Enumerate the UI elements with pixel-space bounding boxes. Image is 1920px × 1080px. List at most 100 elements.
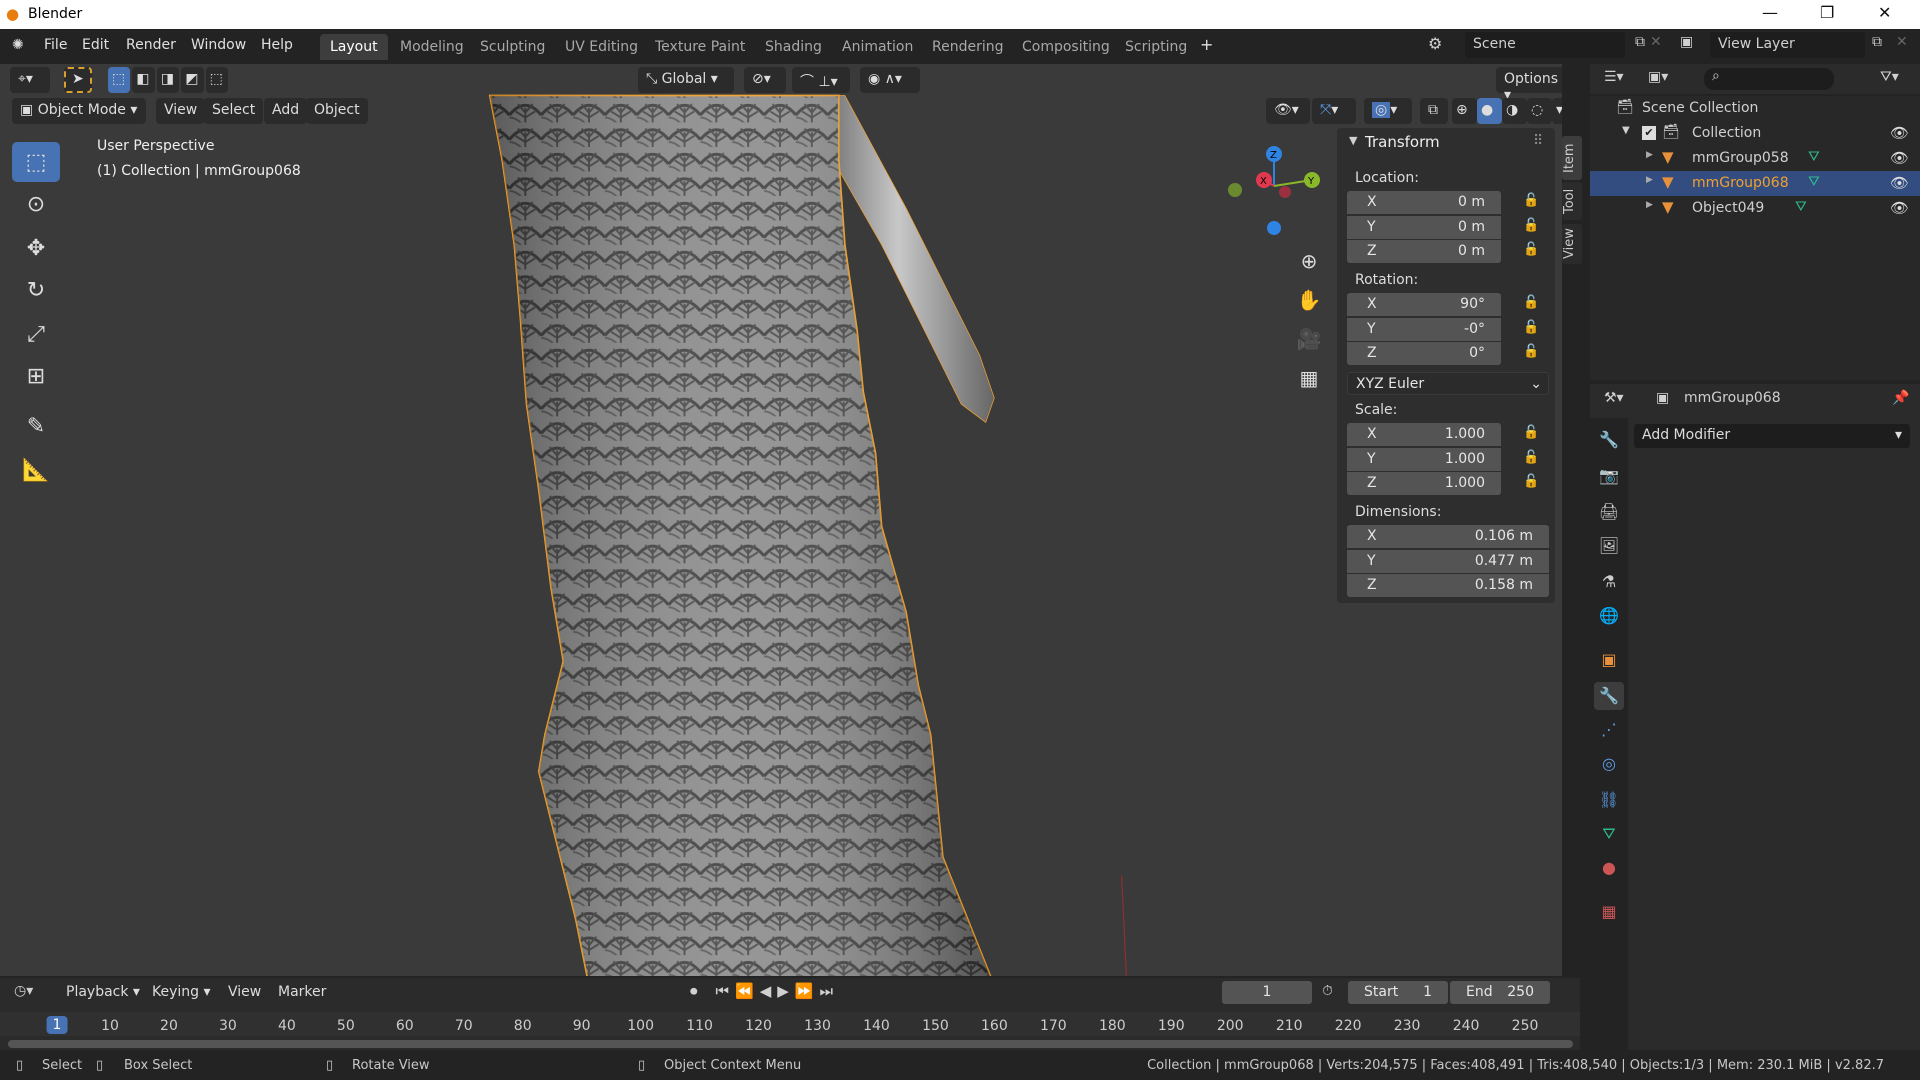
menu-window[interactable]: Window <box>191 37 246 53</box>
particles-icon[interactable]: ⋰ <box>1594 716 1624 744</box>
rotation-x-field[interactable]: X 90° <box>1347 293 1501 316</box>
transform-icon[interactable]: ⊞ <box>12 356 60 396</box>
new-scene-icon[interactable]: ⧉ <box>1635 34 1645 50</box>
menu-file[interactable]: File <box>44 37 67 53</box>
material-icon[interactable]: ● <box>1594 854 1624 882</box>
stopwatch-icon[interactable]: ⏱ <box>1322 983 1333 999</box>
jump-end-icon[interactable]: ⏭ <box>820 982 834 1000</box>
modifier-icon[interactable]: 🔧 <box>1594 682 1624 710</box>
view-layer-icon[interactable]: ▣ <box>1680 34 1693 50</box>
pan-hand-icon[interactable]: ✋ <box>1292 281 1326 320</box>
view-layer-selector[interactable]: View Layer <box>1710 32 1865 58</box>
select-tool-icon[interactable]: ➤ <box>64 67 92 93</box>
measure-icon[interactable]: 📐 <box>12 450 60 490</box>
lock-icon[interactable]: 🔓 <box>1523 320 1539 335</box>
mesh-data-icon[interactable]: ⛛ <box>1795 199 1807 215</box>
record-icon[interactable]: ⏺ <box>690 982 698 1000</box>
tab-animation[interactable]: Animation <box>832 34 923 60</box>
xray-toggle[interactable]: ⧉ <box>1420 98 1448 124</box>
scale-z-field[interactable]: Z 1.000 <box>1347 472 1501 495</box>
add-workspace-button[interactable]: + <box>1200 35 1213 54</box>
start-frame-field[interactable]: Start 1 <box>1348 981 1448 1004</box>
options-dropdown[interactable]: Options ▾ <box>1496 67 1562 103</box>
prev-keyframe-icon[interactable]: ⏪ <box>735 982 754 1000</box>
expand-arrow-icon[interactable]: ▶ <box>1646 150 1653 160</box>
collapse-triangle-icon[interactable]: ▼ <box>1349 134 1357 147</box>
scale-y-field[interactable]: Y 1.000 <box>1347 447 1501 471</box>
lock-icon[interactable]: 🔓 <box>1523 474 1539 489</box>
eye-icon[interactable]: 👁 <box>1890 124 1909 142</box>
menu-render[interactable]: Render <box>126 37 176 53</box>
physics-icon[interactable]: ◎ <box>1594 750 1624 778</box>
tab-item[interactable]: Item <box>1562 136 1582 180</box>
play-icon[interactable]: ▶ <box>777 982 789 1000</box>
properties-editor-icon[interactable]: ⚒▾ <box>1604 390 1624 406</box>
tab-compositing[interactable]: Compositing <box>1012 34 1120 60</box>
lock-icon[interactable]: 🔓 <box>1523 193 1539 208</box>
viewport-menu-select[interactable]: Select <box>204 98 264 124</box>
constraints-icon[interactable]: ⛓ <box>1594 786 1624 814</box>
eye-icon[interactable]: 👁 <box>1890 149 1909 167</box>
drag-handle-icon[interactable]: ⠿ <box>1533 133 1543 149</box>
viewport-menu-object[interactable]: Object <box>306 98 368 124</box>
tab-view[interactable]: View <box>1562 224 1582 264</box>
tab-rendering[interactable]: Rendering <box>922 34 1014 60</box>
current-frame-field[interactable]: 1 <box>1222 981 1312 1004</box>
outliner-editor-icon[interactable]: ☰▾ <box>1604 69 1624 85</box>
scene-icon[interactable]: ⚗ <box>1594 568 1624 596</box>
solid-shading-icon[interactable]: ● <box>1477 98 1502 124</box>
mode-dropdown[interactable]: ▣ Object Mode ▾ <box>12 98 146 124</box>
collection-checkbox[interactable]: ✔ <box>1642 126 1656 140</box>
visibility-dropdown[interactable]: 👁▾ <box>1266 98 1310 124</box>
mesh-data-icon[interactable]: ⛛ <box>1808 174 1820 190</box>
lock-icon[interactable]: 🔓 <box>1523 218 1539 233</box>
outliner-collection[interactable]: ▼ ✔ 🗃 Collection 👁 <box>1590 121 1920 146</box>
timeline-menu-keying[interactable]: Keying ▾ <box>144 980 219 1006</box>
new-view-layer-icon[interactable]: ⧉ <box>1872 34 1882 50</box>
maximize-button[interactable]: ❐ <box>1820 3 1834 22</box>
eye-icon[interactable]: 👁 <box>1890 199 1909 217</box>
output-icon[interactable]: 🖨 <box>1594 498 1624 526</box>
tab-scripting[interactable]: Scripting <box>1115 34 1197 60</box>
jump-start-icon[interactable]: ⏮ <box>716 982 730 1000</box>
tab-uv-editing[interactable]: UV Editing <box>555 34 648 60</box>
lock-icon[interactable]: 🔓 <box>1523 242 1539 257</box>
eye-icon[interactable]: 👁 <box>1890 174 1909 192</box>
add-modifier-dropdown[interactable]: Add Modifier ▾ <box>1634 424 1910 448</box>
expand-arrow-icon[interactable]: ▶ <box>1646 175 1653 185</box>
dimensions-y-field[interactable]: Y 0.477 m <box>1347 549 1549 573</box>
rotation-y-field[interactable]: Y -0° <box>1347 317 1501 341</box>
expand-triangle-icon[interactable]: ▼ <box>1622 125 1630 136</box>
dimensions-z-field[interactable]: Z 0.158 m <box>1347 574 1549 597</box>
select-subtract-icon[interactable]: ◨ <box>156 67 180 93</box>
delete-view-layer-icon[interactable]: ✕ <box>1896 34 1908 50</box>
select-box-icon[interactable]: ⬚ <box>12 142 60 182</box>
timeline-menu-view[interactable]: View <box>220 980 269 1006</box>
menu-help[interactable]: Help <box>261 37 293 53</box>
mesh-data-icon[interactable]: ⛛ <box>1808 149 1820 165</box>
lock-icon[interactable]: 🔓 <box>1523 344 1539 359</box>
location-z-field[interactable]: Z 0 m <box>1347 240 1501 263</box>
ortho-grid-icon[interactable]: ▦ <box>1292 359 1326 398</box>
editor-type-button[interactable]: ⌖▾ <box>10 67 50 93</box>
select-invert-icon[interactable]: ◩ <box>181 67 204 93</box>
blender-menu-icon[interactable]: ✺ <box>12 37 24 53</box>
dimensions-x-field[interactable]: X 0.106 m <box>1347 525 1549 548</box>
outliner-scene-collection[interactable]: 🗃 Scene Collection <box>1590 96 1920 121</box>
tab-sculpting[interactable]: Sculpting <box>470 34 555 60</box>
select-intersect-icon[interactable]: ⬚ <box>205 67 229 93</box>
delete-scene-icon[interactable]: ✕ <box>1650 34 1662 50</box>
scene-icon[interactable]: ⚙ <box>1428 34 1442 53</box>
select-extend-icon[interactable]: ◧ <box>132 67 155 93</box>
scene-selector[interactable]: Scene <box>1465 32 1625 58</box>
gizmo-toggle[interactable]: ⤧▾ <box>1312 98 1356 124</box>
pivot-point-dropdown[interactable]: ⊘▾ <box>744 67 786 93</box>
texture-icon[interactable]: ▦ <box>1594 898 1624 926</box>
world-icon[interactable]: 🌐 <box>1594 602 1624 630</box>
cursor-icon[interactable]: ⊙ <box>12 184 60 224</box>
gizmo-neg-y[interactable] <box>1228 183 1242 197</box>
menu-edit[interactable]: Edit <box>82 37 109 53</box>
select-new-icon[interactable]: ⬚ <box>108 67 131 93</box>
navigation-gizmo[interactable]: Z Y X <box>1220 140 1330 240</box>
rotate-icon[interactable]: ↻ <box>12 270 60 310</box>
